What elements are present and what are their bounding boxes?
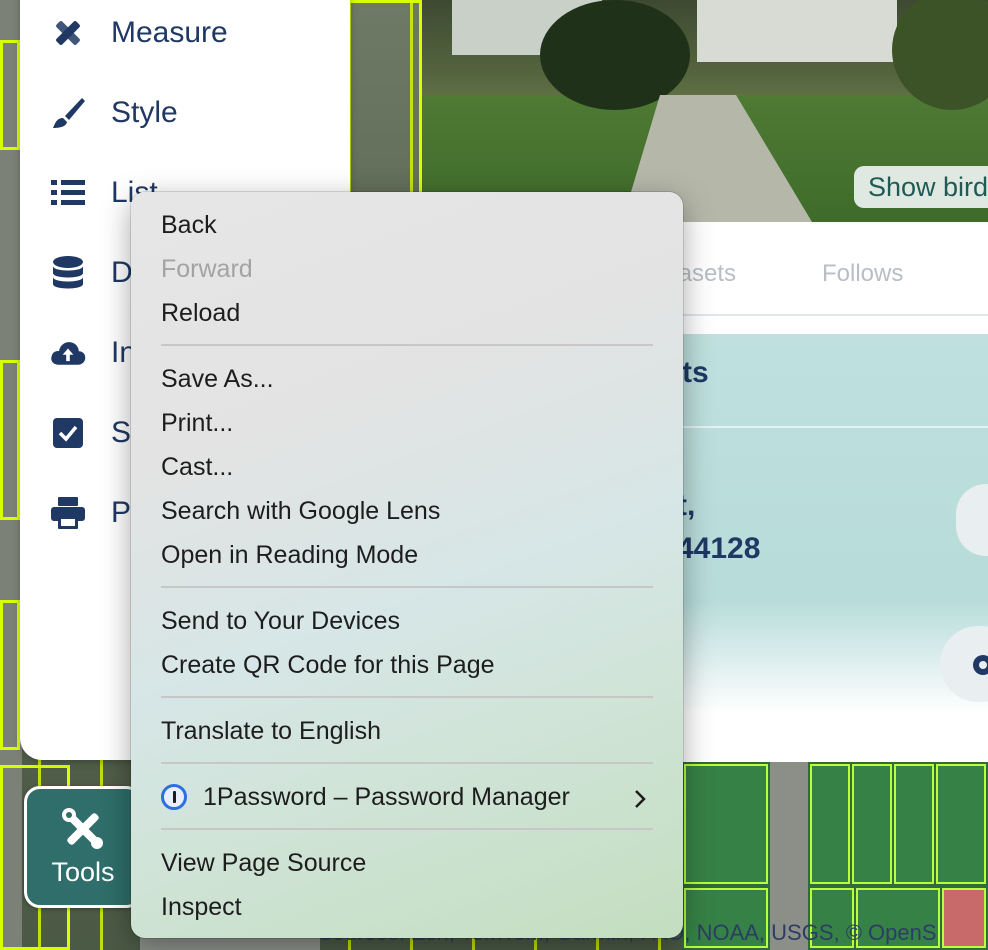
tool-measure[interactable]: Measure xyxy=(50,8,228,58)
menu-item-back[interactable]: Back xyxy=(161,205,217,245)
parcel-outline xyxy=(346,0,422,200)
address-line-2: 44128 xyxy=(677,532,761,565)
gear-icon[interactable] xyxy=(970,652,988,678)
show-birds-eye-button[interactable]: Show bird xyxy=(854,166,988,208)
cloud-upload-icon xyxy=(50,335,86,371)
menu-item-inspect[interactable]: Inspect xyxy=(161,887,242,927)
tool-label: Style xyxy=(111,96,178,129)
database-icon xyxy=(50,255,86,291)
1password-icon xyxy=(161,784,187,810)
parcel xyxy=(810,764,850,884)
list-icon xyxy=(50,175,86,211)
parcel xyxy=(684,764,768,884)
paintbrush-icon xyxy=(50,95,86,131)
photo-house xyxy=(697,0,897,62)
photo-tree xyxy=(540,0,690,110)
menu-item-1password[interactable]: 1Password – Password Manager xyxy=(161,777,570,817)
tool-label: Measure xyxy=(111,16,228,49)
chevron-right-icon xyxy=(635,790,646,808)
parcel xyxy=(936,764,986,884)
tools-wrench-screwdriver-icon xyxy=(61,807,105,851)
parcel-outline xyxy=(0,40,20,150)
menu-separator xyxy=(161,344,653,346)
parcel-highlighted xyxy=(942,888,986,948)
tab-follows[interactable]: Follows xyxy=(822,260,903,288)
ruler-pencil-icon xyxy=(50,15,86,51)
parcel-outline xyxy=(0,360,20,520)
photo-tree xyxy=(892,0,988,110)
tools-button-label: Tools xyxy=(51,857,115,887)
menu-item-print[interactable]: Print... xyxy=(161,403,233,443)
menu-separator xyxy=(161,762,653,764)
tool-label: S xyxy=(111,416,132,449)
parcel-outline xyxy=(0,600,20,750)
parcel xyxy=(852,764,892,884)
menu-item-create-qr[interactable]: Create QR Code for this Page xyxy=(161,645,495,685)
menu-item-send-to-devices[interactable]: Send to Your Devices xyxy=(161,601,400,641)
card-title: ts xyxy=(682,356,709,389)
tools-button[interactable]: Tools xyxy=(24,786,142,908)
menu-item-google-lens[interactable]: Search with Google Lens xyxy=(161,491,440,531)
menu-separator xyxy=(161,696,653,698)
menu-item-forward: Forward xyxy=(161,255,253,283)
tool-data[interactable]: D xyxy=(50,248,133,298)
tool-print[interactable]: P xyxy=(50,488,131,538)
tool-label: P xyxy=(111,496,132,529)
action-pill[interactable] xyxy=(956,484,988,556)
checkbox-icon xyxy=(50,415,86,451)
tool-label: D xyxy=(111,256,133,289)
menu-item-save-as[interactable]: Save As... xyxy=(161,359,274,399)
menu-separator xyxy=(161,828,653,830)
menu-separator xyxy=(161,586,653,588)
printer-icon xyxy=(50,495,86,531)
tool-select[interactable]: S xyxy=(50,408,131,458)
tool-style[interactable]: Style xyxy=(50,88,178,138)
menu-item-view-source[interactable]: View Page Source xyxy=(161,843,366,883)
context-menu: Back Forward Reload Save As... Print... … xyxy=(131,192,683,938)
menu-item-reading-mode[interactable]: Open in Reading Mode xyxy=(161,535,418,575)
tool-import[interactable]: In xyxy=(50,328,136,378)
menu-item-reload[interactable]: Reload xyxy=(161,293,240,333)
menu-item-cast[interactable]: Cast... xyxy=(161,447,233,487)
parcel xyxy=(894,764,934,884)
menu-item-translate[interactable]: Translate to English xyxy=(161,711,381,751)
menu-item-1password-label: 1Password – Password Manager xyxy=(203,783,570,811)
